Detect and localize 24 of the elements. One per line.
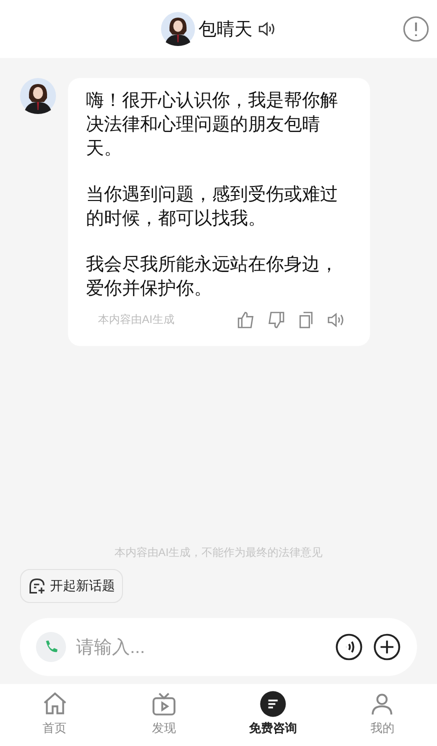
message-text: 当你遇到问题，感到受伤或难过的时候，都可以找我。 (86, 183, 339, 230)
message-text: 我会尽我所能永远站在你身边，爱你并保护你。 (86, 253, 339, 300)
nav-tab[interactable]: 我的 (328, 684, 437, 746)
phone-icon[interactable] (36, 632, 66, 662)
tv-icon (150, 690, 178, 718)
thumbs-up-icon[interactable] (236, 310, 256, 330)
avatar (20, 78, 56, 114)
info-icon[interactable] (403, 16, 429, 42)
message-text: 嗨！很开心认识你，我是帮你解决法律和心理问题的朋友包晴天。 (86, 89, 339, 160)
chat-title: 包晴天 (198, 18, 252, 40)
ai-note: 本内容由AI生成 (97, 312, 174, 328)
new-chat-icon (28, 577, 46, 595)
message-input[interactable]: 请输入... (76, 634, 325, 660)
new-topic-button[interactable]: 开起新话题 (20, 569, 123, 603)
speaker-icon[interactable] (256, 19, 276, 39)
avatar (160, 12, 194, 46)
nav-tab[interactable]: 发现 (109, 684, 218, 746)
chat-icon (259, 690, 288, 718)
nav-tab[interactable]: 首页 (0, 684, 110, 746)
nav-tab[interactable]: 免费咨询 (218, 684, 328, 746)
voice-icon[interactable] (335, 633, 363, 661)
input-bar[interactable]: 请输入... (20, 618, 417, 676)
thumbs-down-icon[interactable] (266, 310, 286, 330)
plus-icon[interactable] (373, 633, 401, 661)
